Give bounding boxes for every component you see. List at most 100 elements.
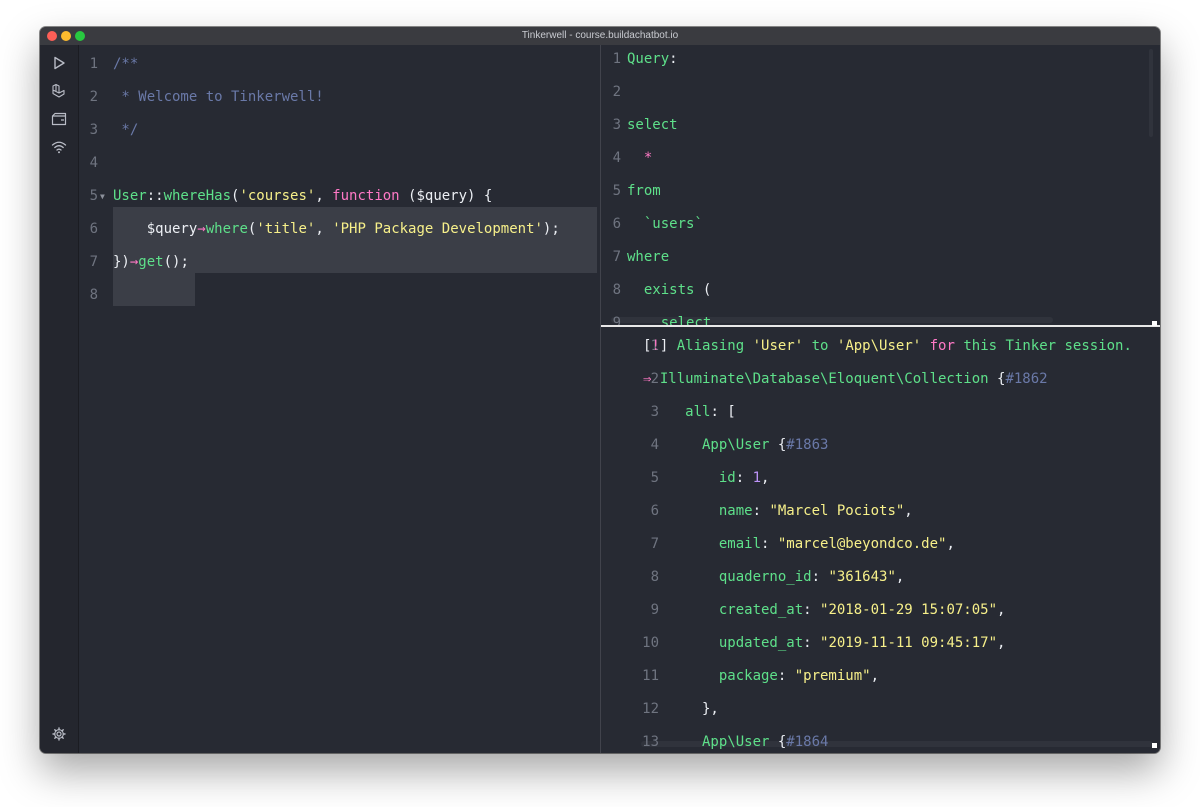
laravel-icon[interactable] (51, 83, 67, 99)
code-editor[interactable]: 1/** 2 * Welcome to Tinkerwell! 3 */4 5 ▼ Use… (79, 45, 601, 753)
code-token: 1 (752, 470, 762, 486)
code-token: 'App\User' (836, 338, 922, 354)
code-token: :: (146, 188, 164, 204)
code-token: quaderno_id (643, 569, 812, 585)
code-line: 11 package: "premium", (601, 660, 1160, 693)
code-text: created_at: "2018-01-29 15:07:05", (643, 594, 1006, 627)
code-text: where (627, 241, 669, 274)
code-token: ) { (467, 188, 493, 204)
code-token: * (627, 150, 653, 166)
code-token: ] (659, 338, 677, 354)
code-token: for (921, 338, 964, 354)
code-text: email: "marcel@beyondco.de", (643, 528, 955, 561)
line-number: 7 (612, 249, 621, 265)
code-line: 1 Query: (601, 45, 1160, 76)
code-token: , (997, 602, 1006, 618)
line-number: 3 (89, 122, 98, 138)
code-text: */ (113, 114, 138, 147)
line-number: 4 (89, 155, 98, 171)
line-number: 2 (89, 89, 98, 105)
folder-icon[interactable] (51, 111, 67, 127)
code-text: select (627, 109, 678, 142)
code-line: 1 [!] Aliasing 'User' to 'App\User' for t… (601, 330, 1160, 363)
line-number: 6 (612, 216, 621, 232)
gear-icon[interactable] (51, 726, 67, 742)
code-text: exists ( (627, 274, 711, 307)
line-number: 1 (89, 56, 98, 72)
resize-handle[interactable] (1152, 743, 1157, 748)
divider-handle[interactable] (1152, 321, 1157, 326)
code-token: { (988, 371, 1006, 387)
code-token: Aliasing (676, 338, 753, 354)
code-text: }, (643, 693, 719, 726)
output-pane[interactable]: 1 [!] Aliasing 'User' to 'App\User' for t… (601, 327, 1160, 753)
code-text: from (627, 175, 661, 208)
code-token: id (643, 470, 736, 486)
code-token: ( (399, 188, 417, 204)
code-token: 'PHP Package Development' (332, 221, 543, 237)
code-line: 6 `users` (601, 208, 1160, 241)
code-token: ! (651, 338, 660, 354)
code-token: `users` (627, 216, 703, 232)
code-token: , (870, 668, 880, 684)
code-line: 4 * (601, 142, 1160, 175)
code-text: package: "premium", (643, 660, 879, 693)
code-text: id: 1, (643, 462, 770, 495)
code-text: `users` (627, 208, 703, 241)
code-token: * Welcome to Tinkerwell! (113, 89, 324, 105)
code-line: 2 (601, 76, 1160, 109)
title-bar: Tinkerwell - course.buildachatbot.io (40, 27, 1160, 46)
line-number: 7 (89, 254, 98, 270)
code-token: }) (113, 254, 130, 270)
wifi-icon[interactable] (51, 139, 67, 155)
code-text: $query→where('title', 'PHP Package Devel… (113, 213, 560, 246)
code-token: : (752, 503, 770, 519)
code-line: 10 updated_at: "2019-11-11 09:45:17", (601, 627, 1160, 660)
code-line: 8 quaderno_id: "361643", (601, 561, 1160, 594)
code-token: , (315, 188, 333, 204)
line-number: 9 (612, 315, 621, 325)
fold-toggle-icon[interactable]: ▼ (100, 180, 105, 213)
code-token: name (643, 503, 753, 519)
code-token: from (627, 183, 661, 199)
code-line: 4 App\User {#1863 (601, 429, 1160, 462)
code-line: 1 /** (79, 48, 601, 81)
line-number: 5 (612, 183, 621, 199)
code-token: App\User (643, 437, 770, 453)
code-text: all: [ (643, 396, 736, 429)
code-line: 3 select (601, 109, 1160, 142)
line-number: 1 (612, 51, 621, 67)
code-token: "361643" (828, 569, 896, 585)
code-token: created_at (643, 602, 804, 618)
code-line: 9 select (601, 307, 1160, 325)
play-icon[interactable] (51, 55, 67, 71)
line-number: 8 (89, 287, 98, 303)
code-token: : (803, 602, 821, 618)
code-token: "2019-11-11 09:45:17" (820, 635, 998, 651)
code-line: 3 */ (79, 114, 601, 147)
code-token: select (627, 315, 712, 325)
code-token: select (627, 117, 678, 133)
code-text: ⇒ Illuminate\Database\Eloquent\Collectio… (643, 363, 1048, 396)
line-number: 3 (612, 117, 621, 133)
code-line: 9 created_at: "2018-01-29 15:07:05", (601, 594, 1160, 627)
code-line: 7 email: "marcel@beyondco.de", (601, 528, 1160, 561)
code-token: : (803, 635, 821, 651)
query-pane[interactable]: 1 Query: 2 3 select 4 * 5 from 6 `users` 7 where 8 … (601, 45, 1160, 325)
code-token: { (769, 734, 787, 750)
code-token: "premium" (794, 668, 871, 684)
code-line: 2 * Welcome to Tinkerwell! (79, 81, 601, 114)
code-token: where (627, 249, 670, 265)
window-title: Tinkerwell - course.buildachatbot.io (521, 30, 679, 41)
code-token: exists (627, 282, 695, 298)
code-line: 8 (79, 279, 601, 312)
code-token: App\User (643, 734, 770, 750)
code-token: ( (694, 282, 712, 298)
line-number: 2 (612, 84, 621, 100)
code-line: 7})→get(); (79, 246, 601, 279)
code-token: { (769, 437, 787, 453)
code-line: 6 name: "Marcel Pociots", (601, 495, 1160, 528)
code-text: quaderno_id: "361643", (643, 561, 904, 594)
code-token: Query (627, 51, 670, 67)
code-token: 'title' (256, 221, 316, 237)
